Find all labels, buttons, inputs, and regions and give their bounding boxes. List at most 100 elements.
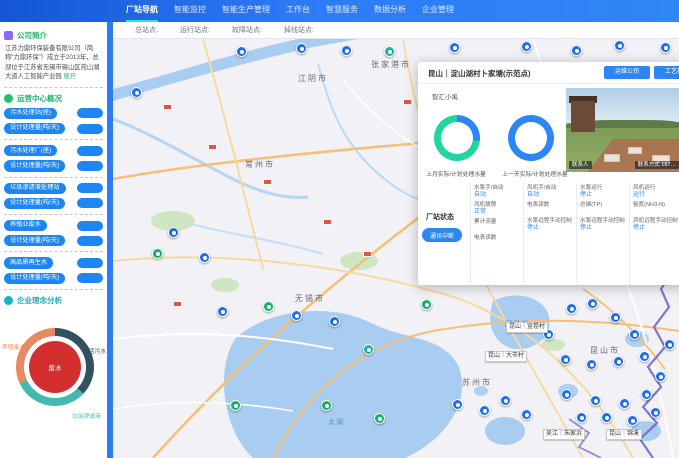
ops-overview-header: 运营中心概况 <box>4 93 103 104</box>
monthly-gauge-label: 上月实际/计划处理水量 <box>419 169 493 178</box>
ops-company-button[interactable]: 运维公司 <box>604 66 650 79</box>
station-marker[interactable] <box>655 371 666 382</box>
station-marker[interactable] <box>613 356 624 367</box>
status-cell-value: 停止 <box>633 225 679 232</box>
stat-label-design-capacity: 设计处理量(吨/天) <box>4 198 65 209</box>
station-tag[interactable]: 吴江｜朱家浜 <box>543 429 585 440</box>
gauge-section-label: 智汇小禹 <box>432 91 458 101</box>
gauge-hole <box>441 122 473 154</box>
nav-tab-workbench[interactable]: 工作台 <box>286 0 310 22</box>
status-cell-label: 累计流量 <box>474 219 520 226</box>
enterprise-analysis-header: 企业理念分析 <box>4 295 103 306</box>
status-cell: 总磷(TP) <box>580 202 626 215</box>
station-marker[interactable] <box>619 398 630 409</box>
station-marker[interactable] <box>321 400 332 411</box>
station-status-label: 厂站状态 <box>426 212 454 222</box>
station-marker[interactable] <box>566 303 577 314</box>
station-marker[interactable] <box>610 312 621 323</box>
station-marker[interactable] <box>421 299 432 310</box>
pie-ring: 废水 <box>16 328 94 406</box>
station-tag[interactable]: 昆山｜宣卷村 <box>506 322 548 333</box>
stat-row: 设计处理量(吨/天) <box>4 235 103 246</box>
station-marker[interactable] <box>639 351 650 362</box>
city-label-kunshan: 昆山市 <box>590 345 620 356</box>
station-marker[interactable] <box>152 248 163 259</box>
gauge-hole <box>515 122 547 154</box>
station-marker[interactable] <box>587 298 598 309</box>
stat-label-design-capacity: 设计处理量(吨/天) <box>4 273 65 284</box>
road-shield-icon <box>403 99 412 105</box>
nav-tab-station-nav[interactable]: 厂站导航 <box>126 0 158 22</box>
station-marker[interactable] <box>571 45 582 56</box>
station-marker[interactable] <box>296 43 307 54</box>
filter-total-stations[interactable]: 总站点: <box>135 25 158 35</box>
station-marker[interactable] <box>479 405 490 416</box>
city-label-changzhou: 常州市 <box>245 159 275 170</box>
status-cell-value <box>474 225 520 231</box>
station-marker[interactable] <box>374 413 385 424</box>
stat-label-sewage-plant: 污水处理厂(座) <box>4 145 57 156</box>
nav-tab-smart-service[interactable]: 智慧服务 <box>326 0 358 22</box>
station-marker[interactable] <box>590 395 601 406</box>
stat-value-pill <box>77 161 103 171</box>
station-marker[interactable] <box>586 359 597 370</box>
station-marker[interactable] <box>560 354 571 365</box>
station-marker[interactable] <box>641 389 652 400</box>
station-marker[interactable] <box>449 42 460 53</box>
station-marker[interactable] <box>576 412 587 423</box>
pie-label-livestock: 养殖废水 <box>2 342 25 351</box>
comm-interrupted-badge[interactable]: 通讯中断 <box>422 228 462 242</box>
station-marker[interactable] <box>452 399 463 410</box>
site-photo: 联系人 联系方式 187… <box>566 88 679 172</box>
sidebar-scrollbar[interactable] <box>107 22 113 458</box>
station-marker[interactable] <box>601 412 612 423</box>
stat-value-pill <box>77 108 103 118</box>
station-marker[interactable] <box>291 310 302 321</box>
station-marker[interactable] <box>629 329 640 340</box>
status-cell: 水泵远程手动控制 停止 <box>527 218 573 231</box>
road-shield-icon <box>363 251 372 257</box>
nav-tab-enterprise-mgmt[interactable]: 企业管理 <box>422 0 454 22</box>
station-marker[interactable] <box>500 395 511 406</box>
station-marker[interactable] <box>329 316 340 327</box>
daily-volume-gauge <box>508 115 554 161</box>
station-tag[interactable]: 昆山｜大市村 <box>485 351 527 362</box>
station-marker[interactable] <box>521 41 532 52</box>
process-view-button[interactable]: 工艺视图 <box>654 66 679 79</box>
nav-tab-smart-production[interactable]: 智能生产管理 <box>222 0 270 22</box>
status-cell: 电表读数 <box>527 202 573 215</box>
sidebar-content: 公司简介 江苏力鼎环保装备有限公司（简称“力鼎环保”）成立于2013年，总部位于… <box>0 22 107 458</box>
station-marker[interactable] <box>341 45 352 56</box>
station-marker[interactable] <box>627 415 638 426</box>
station-marker[interactable] <box>131 87 142 98</box>
nav-tab-smart-monitor[interactable]: 智能监控 <box>174 0 206 22</box>
company-intro-title: 公司简介 <box>17 30 47 41</box>
station-marker[interactable] <box>363 344 374 355</box>
station-marker[interactable] <box>650 407 661 418</box>
station-marker[interactable] <box>168 227 179 238</box>
station-marker[interactable] <box>384 46 395 57</box>
station-marker[interactable] <box>217 306 228 317</box>
station-filter-bar: 总站点: 运行站点: 故障站点: 掉线站点: <box>113 22 679 39</box>
station-tag[interactable]: 昆山｜锦溪 <box>606 429 642 440</box>
monthly-volume-gauge <box>434 115 480 161</box>
station-marker[interactable] <box>230 400 241 411</box>
filter-offline-stations[interactable]: 掉线站点: <box>284 25 314 35</box>
stat-row: 污水处理站(座) <box>4 108 103 119</box>
station-marker[interactable] <box>199 252 210 263</box>
station-marker[interactable] <box>614 40 625 51</box>
expand-link[interactable]: 展开 <box>63 73 76 80</box>
station-marker[interactable] <box>236 46 247 57</box>
nav-tab-data-analysis[interactable]: 数据分析 <box>374 0 406 22</box>
station-marker[interactable] <box>263 301 274 312</box>
station-marker[interactable] <box>561 389 572 400</box>
filter-running-stations[interactable]: 运行站点: <box>180 25 210 35</box>
pie-label-domestic: 生活污水 <box>83 346 106 355</box>
stat-row: 高品质再生水 <box>4 257 103 268</box>
station-marker[interactable] <box>664 339 675 350</box>
company-intro-header: 公司简介 <box>4 30 103 41</box>
station-marker[interactable] <box>521 409 532 420</box>
filter-fault-stations[interactable]: 故障站点: <box>232 25 262 35</box>
company-icon <box>4 31 13 40</box>
station-marker[interactable] <box>660 42 671 53</box>
